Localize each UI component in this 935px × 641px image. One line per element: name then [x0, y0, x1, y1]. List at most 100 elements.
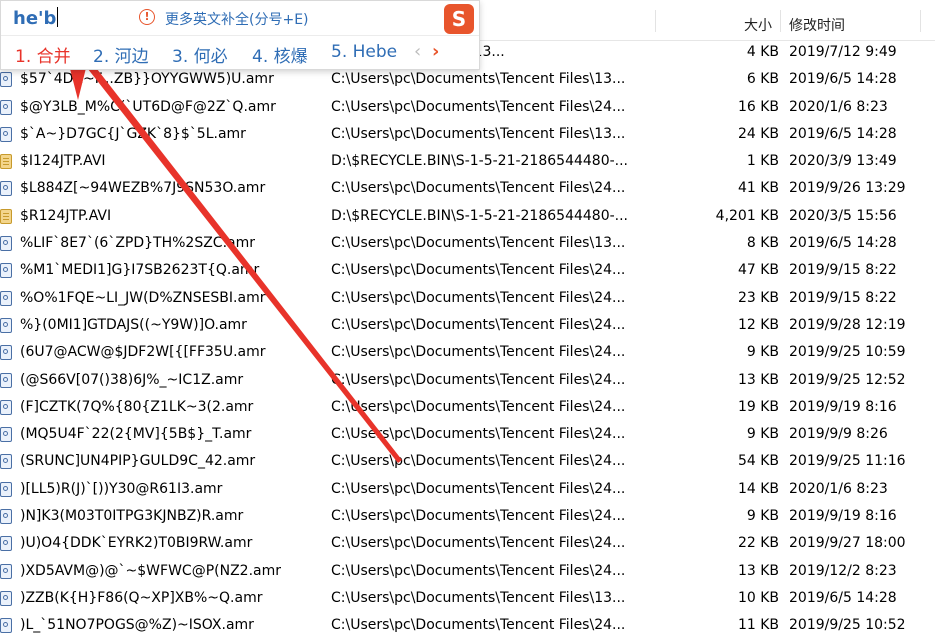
table-row[interactable]: (SRUNC]UN4PIP}GULD9C_42.amr C:\Users\pc\D… — [0, 449, 935, 476]
file-path: C:\Users\pc\Documents\Tencent Files\24..… — [331, 508, 626, 525]
file-modified: 2019/9/9 8:26 — [789, 426, 888, 443]
audio-file-icon — [0, 317, 12, 333]
file-name: $R124JTP.AVI — [20, 207, 112, 224]
audio-file-icon — [0, 590, 12, 606]
video-file-icon — [0, 208, 12, 224]
file-size: 8 KB — [746, 235, 779, 252]
audio-file-icon — [0, 399, 12, 415]
file-name: $I124JTP.AVI — [20, 153, 106, 170]
file-size: 12 KB — [737, 316, 779, 333]
file-path: C:\Users\pc\Documents\Tencent Files\24..… — [331, 617, 626, 634]
column-separator[interactable] — [920, 10, 921, 32]
audio-file-icon — [0, 536, 12, 552]
column-header-modified[interactable]: 修改时间 — [789, 15, 845, 35]
file-size: 54 KB — [737, 453, 779, 470]
table-row[interactable]: $@Y3LB_M%C(`UT6D@F@2Z`Q.amr C:\Users\pc\D… — [0, 95, 935, 122]
ime-english-completion-hint[interactable]: 更多英文补全(分号+E) — [165, 9, 309, 29]
ime-composition-text: he'b — [13, 7, 59, 29]
file-name: %}(0MI1]GTDAJS((~Y9W)]O.amr — [20, 316, 247, 333]
file-size: 24 KB — [737, 125, 779, 142]
audio-file-icon — [0, 181, 12, 197]
file-modified: 2019/9/27 18:00 — [789, 535, 906, 552]
file-size: 10 KB — [737, 589, 779, 606]
file-modified: 2019/9/19 8:16 — [789, 398, 897, 415]
table-row[interactable]: $I124JTP.AVI D:\$RECYCLE.BIN\S-1-5-21-218… — [0, 149, 935, 176]
audio-file-icon — [0, 99, 12, 115]
file-path: C:\Users\pc\Documents\Tencent Files\13..… — [331, 71, 626, 88]
video-file-icon — [0, 154, 12, 170]
file-modified: 2019/9/28 12:19 — [789, 316, 906, 333]
audio-file-icon — [0, 72, 12, 88]
file-size: 4 KB — [746, 44, 779, 60]
file-modified: 2020/1/6 8:23 — [789, 480, 888, 497]
file-path: C:\Users\pc\Documents\Tencent Files\13..… — [331, 589, 626, 606]
file-name: (MQ5U4F`22(2{MV]{5B$}_T.amr — [20, 426, 252, 443]
file-path: C:\Users\pc\Documents\Tencent Files\13..… — [331, 235, 626, 252]
file-path: C:\Users\pc\Documents\Tencent Files\24..… — [331, 535, 626, 552]
table-row[interactable]: %LIF`8E7`(6`ZPD}TH%2SZC.amr C:\Users\pc\D… — [0, 231, 935, 258]
table-row[interactable]: $`A~}D7GC{J`GZK`8}$`5L.amr C:\Users\pc\Do… — [0, 122, 935, 149]
divider — [1, 35, 479, 36]
table-row[interactable]: (6U7@ACW@$JDF2W[{[FF35U.amr C:\Users\pc\D… — [0, 340, 935, 367]
ime-candidate-5[interactable]: 5. Hebe — [331, 42, 397, 62]
audio-file-icon — [0, 290, 12, 306]
audio-file-icon — [0, 427, 12, 443]
file-name: %O%1FQE~LI_JW(D%ZNSESBI.amr — [20, 289, 266, 306]
file-name: $@Y3LB_M%C(`UT6D@F@2Z`Q.amr — [20, 98, 276, 115]
file-modified: 2019/9/25 10:52 — [789, 617, 906, 634]
ime-candidate-3[interactable]: 3. 何必 — [172, 42, 228, 67]
ime-candidate-4[interactable]: 4. 核爆 — [252, 42, 308, 67]
file-path: C:\Users\pc\Documents\Tencent Files\24..… — [331, 371, 626, 388]
file-size: 19 KB — [737, 398, 779, 415]
file-name: )ZZB(K{H}F86(Q~XP]XB%~Q.amr — [20, 589, 263, 606]
file-size: 47 KB — [737, 262, 779, 279]
audio-file-icon — [0, 509, 12, 525]
table-row[interactable]: )L_`51NO7POGS@%Z)~ISOX.amr C:\Users\pc\Do… — [0, 613, 935, 640]
file-modified: 2019/6/5 14:28 — [789, 589, 897, 606]
file-path: C:\Users\pc\Documents\Tencent Files\24..… — [331, 98, 626, 115]
table-row[interactable]: )XD5AVM@)@`~$WFWC@P(NZ2.amr C:\Users\pc\D… — [0, 559, 935, 586]
audio-file-icon — [0, 563, 12, 579]
file-size: 9 KB — [746, 508, 779, 525]
audio-file-icon — [0, 236, 12, 252]
file-name: %M1`MEDI1]G}I7SB2623T{Q.amr — [20, 262, 260, 279]
chevron-left-icon[interactable]: ‹ — [414, 41, 421, 62]
file-modified: 2020/3/5 15:56 — [789, 207, 897, 224]
table-row[interactable]: $L884Z[~94WEZB%7J9SN53O.amr C:\Users\pc\D… — [0, 176, 935, 203]
file-modified: 2019/6/5 14:28 — [789, 235, 897, 252]
table-row[interactable]: )N]K3(M03T0ITPG3KJNBZ)R.amr C:\Users\pc\D… — [0, 504, 935, 531]
file-path: C:\Users\pc\Documents\Tencent Files\24..… — [331, 180, 626, 197]
file-size: 6 KB — [746, 71, 779, 88]
file-size: 23 KB — [737, 289, 779, 306]
ime-candidate-1[interactable]: 1. 合并 — [15, 42, 71, 67]
audio-file-icon — [0, 263, 12, 279]
file-name: (@S66V[07()38)6J%_~IC1Z.amr — [20, 371, 244, 388]
file-name: %LIF`8E7`(6`ZPD}TH%2SZC.amr — [20, 235, 255, 252]
file-name: $L884Z[~94WEZB%7J9SN53O.amr — [20, 180, 266, 197]
sogou-logo-icon[interactable]: S — [444, 4, 474, 34]
file-modified: 2019/9/19 8:16 — [789, 508, 897, 525]
info-icon[interactable]: ! — [139, 9, 155, 25]
table-row[interactable]: )ZZB(K{H}F86(Q~XP]XB%~Q.amr C:\Users\pc\D… — [0, 586, 935, 613]
table-row[interactable]: %M1`MEDI1]G}I7SB2623T{Q.amr C:\Users\pc\D… — [0, 258, 935, 285]
file-name: (6U7@ACW@$JDF2W[{[FF35U.amr — [20, 344, 266, 361]
column-separator[interactable] — [780, 10, 781, 32]
file-modified: 2019/9/25 12:52 — [789, 371, 906, 388]
audio-file-icon — [0, 618, 12, 634]
column-header-size[interactable]: 大小 — [744, 15, 772, 35]
table-row[interactable]: (MQ5U4F`22(2{MV]{5B$}_T.amr C:\Users\pc\D… — [0, 422, 935, 449]
chevron-right-icon[interactable]: › — [432, 41, 439, 62]
ime-candidate-2[interactable]: 2. 河边 — [93, 42, 149, 67]
table-row[interactable]: %O%1FQE~LI_JW(D%ZNSESBI.amr C:\Users\pc\D… — [0, 286, 935, 313]
file-name: (F]CZTK(7Q%{80{Z1LK~3(2.amr — [20, 398, 254, 415]
ime-candidate-window: he'b ! 更多英文补全(分号+E) S 1. 合并 2. 河边 3. 何必 … — [0, 0, 480, 70]
file-name: )N]K3(M03T0ITPG3KJNBZ)R.amr — [20, 508, 244, 525]
table-row[interactable]: $57`4DX~F...ZB}}OYYGWW5)U.amr C:\Users\pc… — [0, 67, 935, 94]
table-row[interactable]: )U)O4{DDK`EYRK2)T0BI9RW.amr C:\Users\pc\D… — [0, 531, 935, 558]
table-row[interactable]: $R124JTP.AVI D:\$RECYCLE.BIN\S-1-5-21-218… — [0, 204, 935, 231]
column-separator[interactable] — [655, 10, 656, 32]
table-row[interactable]: )[LL5)R(J)`[))Y30@R61I3.amr C:\Users\pc\D… — [0, 477, 935, 504]
table-row[interactable]: %}(0MI1]GTDAJS((~Y9W)]O.amr C:\Users\pc\D… — [0, 313, 935, 340]
table-row[interactable]: (@S66V[07()38)6J%_~IC1Z.amr C:\Users\pc\D… — [0, 368, 935, 395]
table-row[interactable]: (F]CZTK(7Q%{80{Z1LK~3(2.amr C:\Users\pc\D… — [0, 395, 935, 422]
